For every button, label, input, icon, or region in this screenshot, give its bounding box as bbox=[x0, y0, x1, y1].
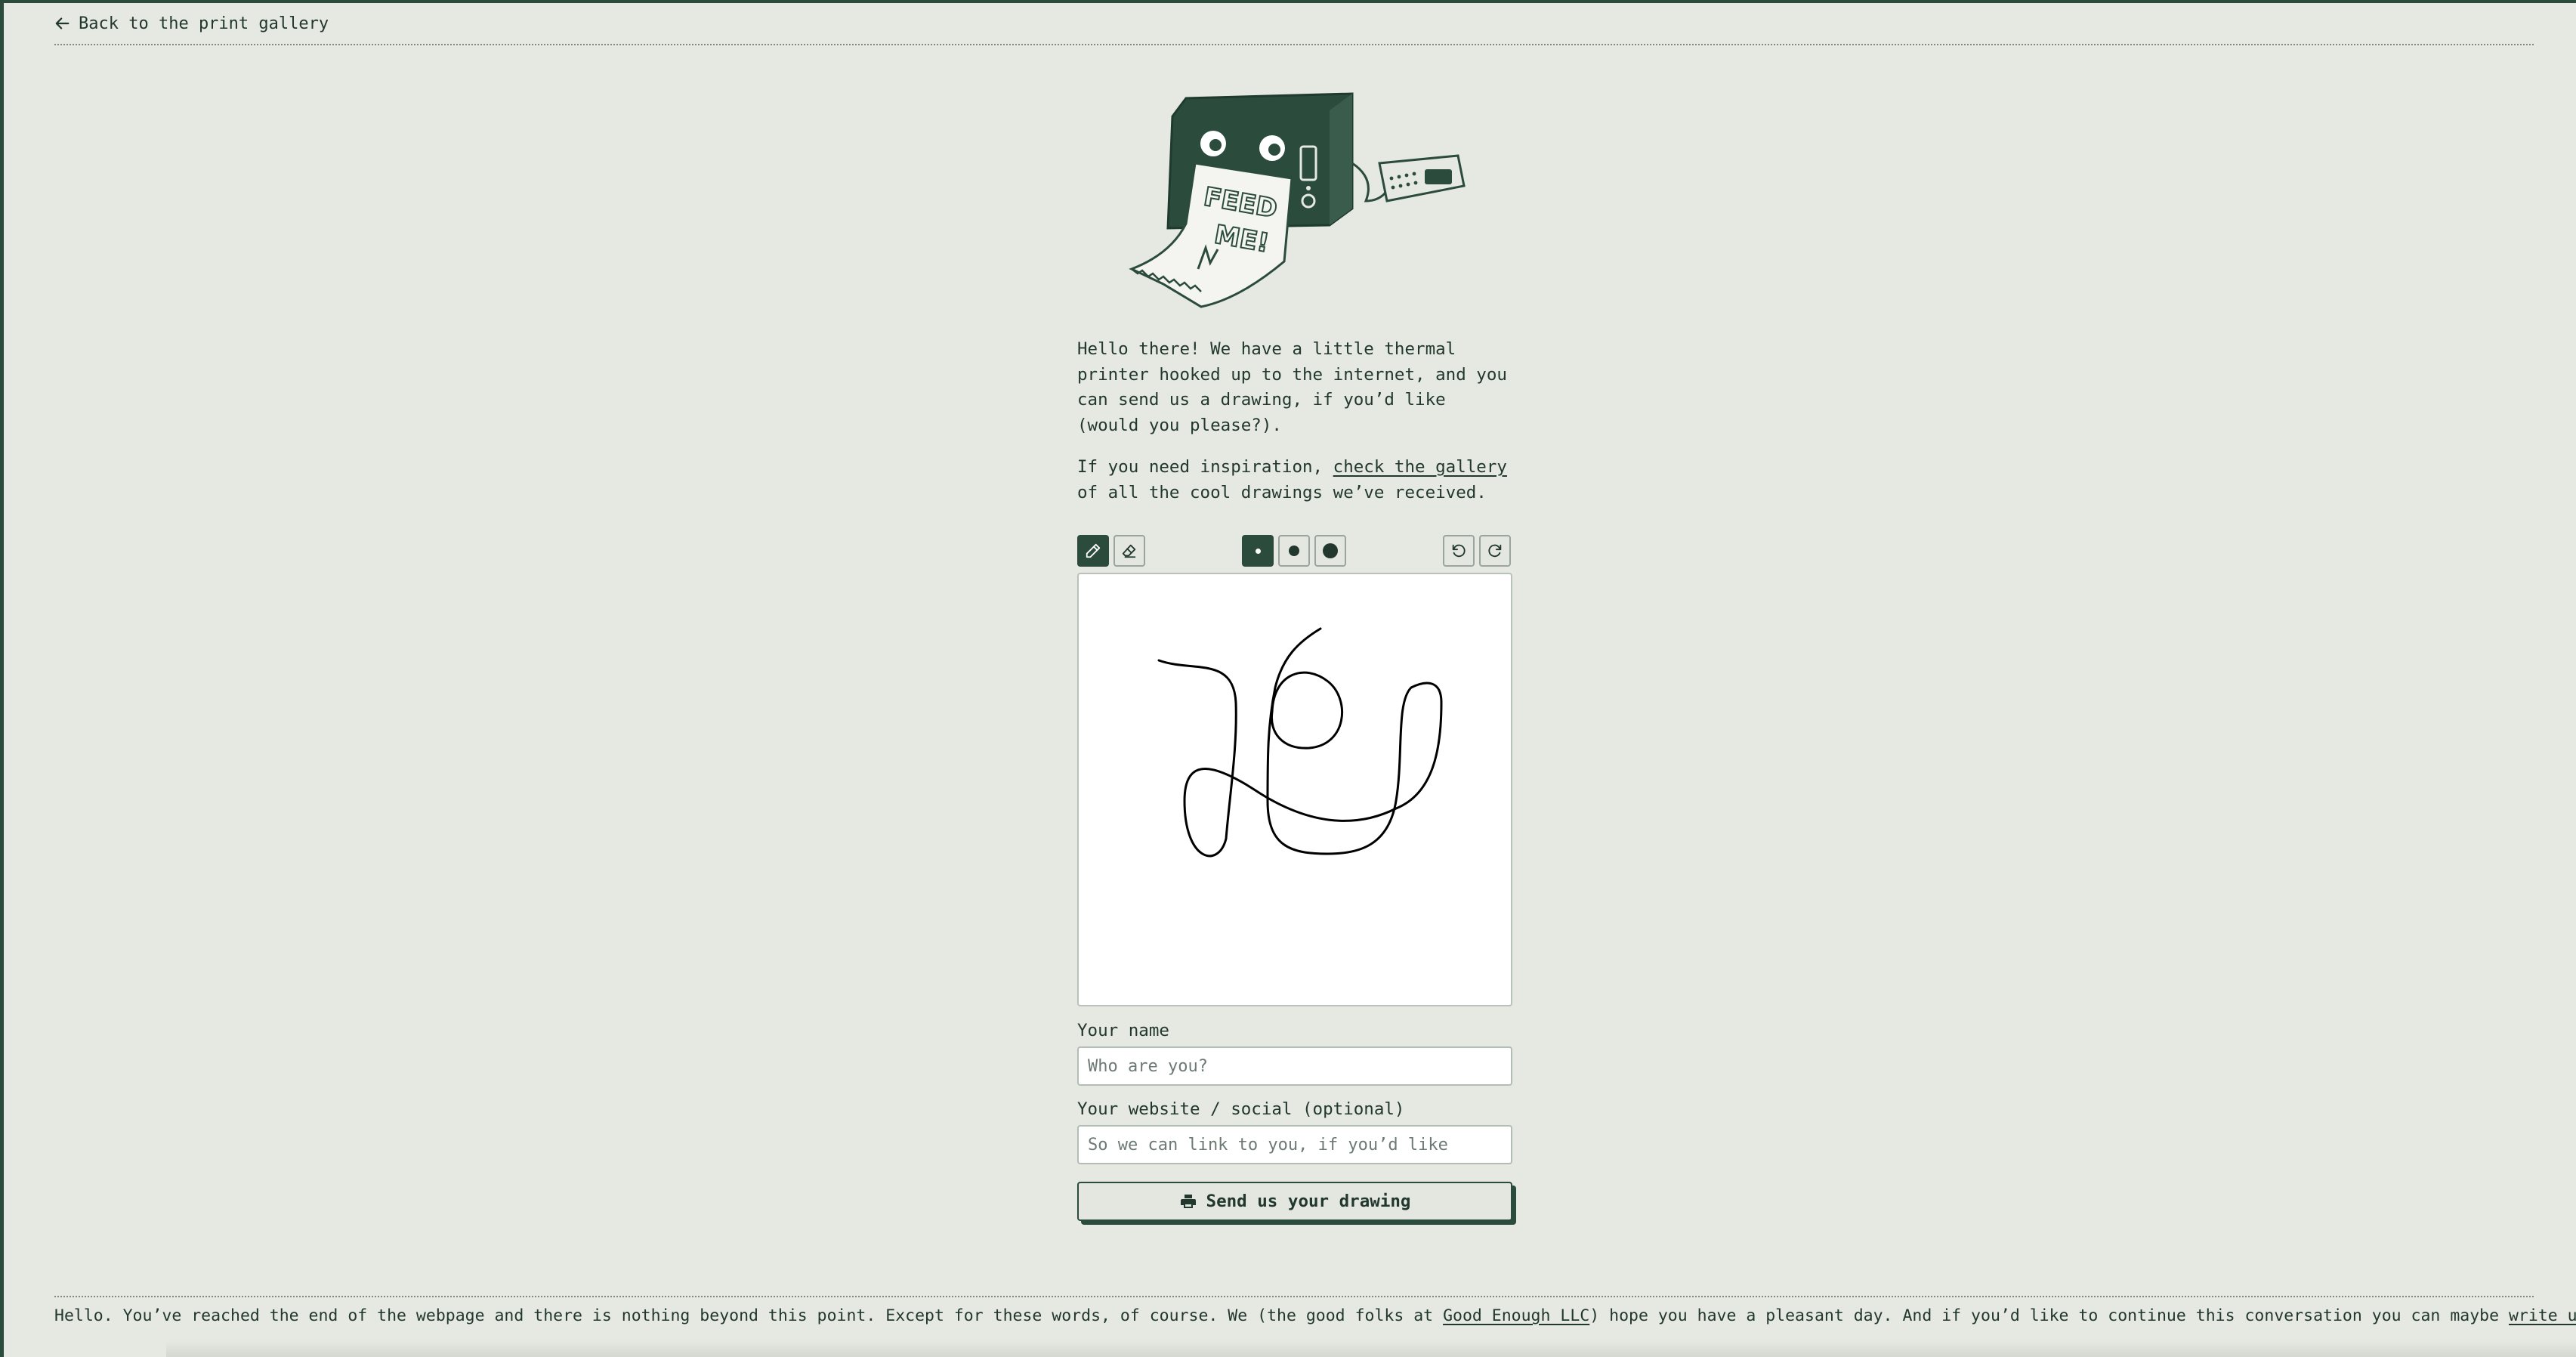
footer-divider bbox=[54, 1296, 2534, 1297]
intro-paragraph-2: If you need inspiration, check the galle… bbox=[1077, 455, 1515, 505]
feed-me-printer-illustration: FEED ME! bbox=[1126, 88, 1473, 314]
name-input[interactable] bbox=[1077, 1046, 1512, 1086]
intro-p2-before: If you need inspiration, bbox=[1077, 457, 1333, 477]
name-label: Your name bbox=[1077, 1021, 1169, 1040]
eraser-tool-button[interactable] bbox=[1113, 535, 1145, 567]
redo-icon bbox=[1487, 542, 1503, 559]
footer-text-middle: ) hope you have a pleasant day. And if y… bbox=[1589, 1306, 2509, 1325]
large-dot-icon bbox=[1323, 543, 1338, 558]
check-gallery-link[interactable]: check the gallery bbox=[1333, 457, 1507, 477]
intro-text: Hello there! We have a little thermal pr… bbox=[1077, 337, 1515, 522]
intro-p2-after: of all the cool drawings we’ve received. bbox=[1077, 482, 1487, 502]
bottom-shadow bbox=[166, 1340, 2576, 1357]
good-enough-link[interactable]: Good Enough LLC bbox=[1443, 1306, 1589, 1325]
user-drawing-stroke bbox=[1157, 627, 1443, 858]
small-dot-icon bbox=[1255, 548, 1261, 554]
email-link[interactable]: write us an email bbox=[2509, 1306, 2576, 1325]
footer-text: Hello. You’ve reached the end of the web… bbox=[54, 1306, 2576, 1325]
undo-button[interactable] bbox=[1443, 535, 1475, 567]
pencil-tool-button[interactable] bbox=[1077, 535, 1109, 567]
eraser-icon bbox=[1121, 542, 1138, 559]
top-divider bbox=[54, 44, 2534, 45]
back-to-gallery-link[interactable]: Back to the print gallery bbox=[54, 12, 329, 35]
footer-text-start: Hello. You’ve reached the end of the web… bbox=[54, 1306, 1444, 1325]
medium-dot-icon bbox=[1289, 546, 1299, 556]
brush-size-large-button[interactable] bbox=[1314, 535, 1346, 567]
undo-icon bbox=[1450, 542, 1467, 559]
intro-paragraph-1: Hello there! We have a little thermal pr… bbox=[1077, 339, 1507, 435]
window-top-edge bbox=[0, 0, 2576, 3]
website-label: Your website / social (optional) bbox=[1077, 1099, 1405, 1119]
printer-icon bbox=[1179, 1192, 1197, 1210]
send-button-label: Send us your drawing bbox=[1206, 1192, 1411, 1211]
drawing-canvas[interactable] bbox=[1077, 573, 1512, 1006]
brush-size-medium-button[interactable] bbox=[1278, 535, 1310, 567]
website-input[interactable] bbox=[1077, 1125, 1512, 1164]
back-link-label: Back to the print gallery bbox=[79, 14, 329, 33]
window-left-edge bbox=[0, 0, 4, 1357]
user-drawing-loop bbox=[1270, 671, 1344, 750]
redo-button[interactable] bbox=[1479, 535, 1511, 567]
brush-size-small-button[interactable] bbox=[1242, 535, 1274, 567]
send-drawing-button[interactable]: Send us your drawing bbox=[1077, 1182, 1512, 1221]
pencil-icon bbox=[1085, 542, 1101, 559]
arrow-left-icon bbox=[54, 15, 71, 32]
